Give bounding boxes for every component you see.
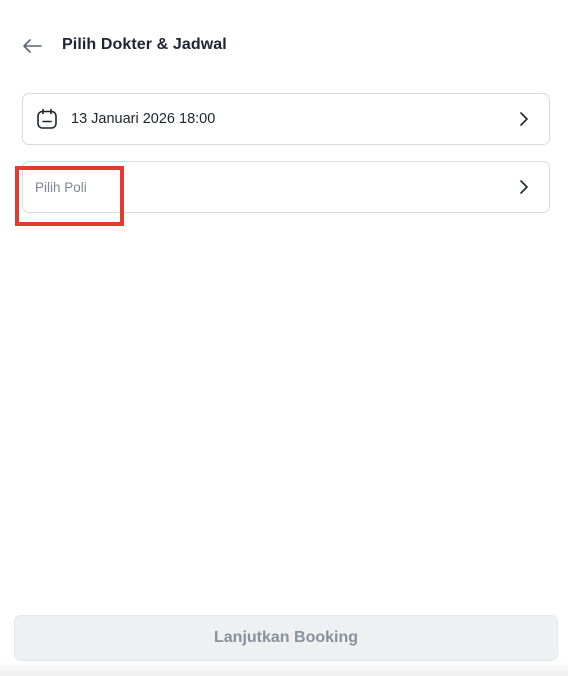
- chevron-right-icon: [520, 180, 528, 194]
- page: Pilih Dokter & Jadwal 13 Januari 2026 18…: [0, 0, 568, 676]
- bottom-edge: [0, 662, 568, 676]
- arrow-left-icon: [23, 39, 42, 53]
- continue-booking-button[interactable]: Lanjutkan Booking: [14, 615, 558, 661]
- poli-placeholder: Pilih Poli: [35, 180, 87, 195]
- back-button[interactable]: [20, 34, 44, 58]
- date-selector[interactable]: 13 Januari 2026 18:00: [22, 93, 550, 145]
- page-title: Pilih Dokter & Jadwal: [62, 36, 227, 53]
- date-value: 13 Januari 2026 18:00: [71, 111, 216, 127]
- chevron-right-icon: [520, 112, 528, 126]
- calendar-icon: [37, 108, 57, 129]
- poli-selector[interactable]: Pilih Poli: [22, 161, 550, 213]
- header: Pilih Dokter & Jadwal: [0, 26, 568, 66]
